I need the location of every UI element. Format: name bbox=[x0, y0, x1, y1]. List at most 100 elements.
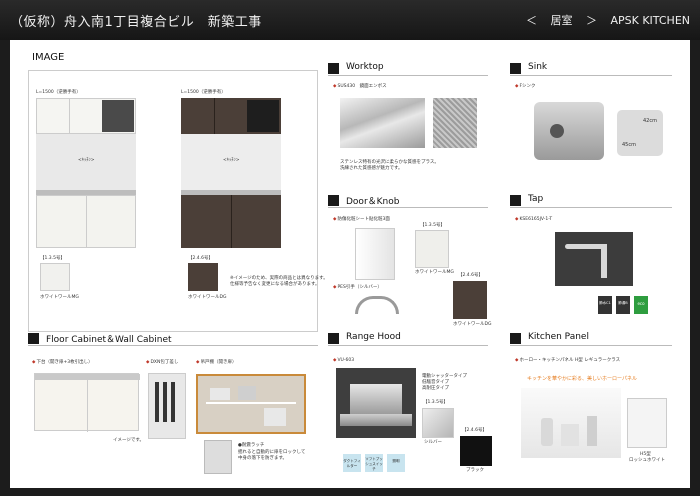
soft-push-badge: ソフトプッシュスイッチ bbox=[365, 454, 383, 472]
door-header: Door＆Knob bbox=[328, 194, 488, 208]
door-swatch-white bbox=[415, 230, 449, 268]
latch-caption-title: ●耐震ラッチ bbox=[238, 443, 265, 448]
door-title: Door＆Knob bbox=[346, 197, 400, 207]
range-hood-feature-1: 電動シャッタータイプ bbox=[422, 374, 467, 379]
sink-width: 42cm bbox=[643, 118, 657, 124]
left-backsplash-text: <ｷｯﾁﾝ> bbox=[78, 158, 95, 163]
kitchen-panel-highlight: キッチンを華やかに彩る、美しいホーローパネル bbox=[527, 376, 637, 382]
image-title: IMAGE bbox=[32, 52, 65, 63]
sink-spec: Fシンク bbox=[515, 84, 535, 89]
knob-spec: PES引手（シルバー） bbox=[333, 285, 381, 290]
range-hood-header: Range Hood bbox=[328, 332, 488, 346]
sink-depth: 45cm bbox=[622, 142, 636, 148]
hood-swatch-black bbox=[460, 436, 492, 466]
door-code-1: 【1.3.5号】 bbox=[420, 223, 445, 228]
breadcrumb-brand[interactable]: APSK KITCHEN bbox=[610, 14, 690, 27]
kitchen-panel-spec: ホーロー・キッチンパネル H型 レギュラークラス bbox=[515, 358, 620, 363]
section-marker-icon bbox=[510, 333, 521, 344]
sink-header: Sink bbox=[510, 62, 672, 76]
knob-image bbox=[355, 296, 399, 314]
kitchen-panel-name: ロッシュホワイト bbox=[629, 458, 665, 463]
dark-swatch-name: ホワイトワールDG bbox=[188, 295, 227, 300]
door-name-1: ホワイトワールMG bbox=[415, 270, 454, 275]
base-cabinet-image bbox=[34, 373, 140, 432]
spec-sheet: IMAGE L=1500（逆勝手有） L=1500（逆勝手有） <ｷｯﾁﾝ> <… bbox=[10, 40, 690, 488]
dark-swatch bbox=[188, 263, 218, 291]
kitchen-panel-image bbox=[521, 388, 621, 458]
dark-swatch-code: 【2.4.6号】 bbox=[188, 256, 213, 261]
door-spec: 防傷化粧シート貼化粧3面 bbox=[333, 217, 389, 222]
hood-name-2: ブラック bbox=[466, 468, 484, 473]
floor-cabinet-title: Floor Cabinet＆Wall Cabinet bbox=[46, 335, 172, 345]
cabinet-caption: イメージです。 bbox=[113, 438, 144, 443]
range-hood-feature-3: 高耐圧タイプ bbox=[422, 386, 449, 391]
section-marker-icon bbox=[328, 195, 339, 206]
white-swatch-code: 【1.3.5号】 bbox=[40, 256, 65, 261]
section-marker-icon bbox=[328, 63, 339, 74]
range-hood-title: Range Hood bbox=[346, 332, 401, 342]
sink-dimension-box bbox=[617, 110, 663, 156]
section-marker-icon bbox=[328, 333, 339, 344]
worktop-emboss-image bbox=[433, 98, 477, 148]
duct-filter-badge: ダクトフィルター bbox=[343, 454, 361, 472]
range-hood-image bbox=[336, 368, 416, 438]
latch-image bbox=[204, 440, 232, 474]
section-marker-icon bbox=[28, 333, 39, 344]
right-backsplash-text: <ｷｯﾁﾝ> bbox=[223, 158, 240, 163]
image-note-1: ※イメージのため、実際の商品とは異なります。 bbox=[230, 276, 328, 281]
hot-water-saving-badge: 節湯B bbox=[616, 296, 630, 314]
tap-title: Tap bbox=[528, 194, 544, 204]
range-hood-spec: VU-603 bbox=[333, 358, 354, 363]
light-badge: 照明 bbox=[387, 454, 405, 472]
floor-cabinet-header: Floor Cabinet＆Wall Cabinet bbox=[28, 332, 318, 346]
project-title: （仮称）舟入南1丁目複合ビル 新築工事 bbox=[10, 15, 262, 30]
hood-code-1: 【1.3.5号】 bbox=[423, 400, 448, 405]
left-kitchen-label: L=1500（逆勝手有） bbox=[36, 90, 81, 95]
worktop-spec: SUS430 鏡面エンボス bbox=[333, 84, 386, 89]
dark-kitchen-image: <ｷｯﾁﾝ> bbox=[181, 98, 281, 248]
wall-cabinet-image bbox=[196, 374, 306, 434]
water-saving-badge: 節水C1 bbox=[598, 296, 612, 314]
worktop-edge-image bbox=[340, 98, 425, 148]
white-kitchen-image: <ｷｯﾁﾝ> bbox=[36, 98, 136, 248]
white-swatch-name: ホワイトワールMG bbox=[40, 295, 79, 300]
latch-caption-2: 中身の落下を防ぎます。 bbox=[238, 456, 288, 461]
section-marker-icon bbox=[510, 195, 521, 206]
range-hood-feature-2: 低騒音タイプ bbox=[422, 380, 449, 385]
floor-cabinet-spec-3: 吊戸棚（開き扉） bbox=[196, 360, 236, 365]
kitchen-panel-title: Kitchen Panel bbox=[528, 332, 589, 342]
breadcrumb-prev-icon[interactable]: ＜ bbox=[526, 14, 537, 27]
knife-rack-image bbox=[148, 373, 186, 439]
latch-caption-1: 揺れると自動的に扉をロックして bbox=[238, 450, 306, 455]
door-code-2: 【2.4.6号】 bbox=[458, 273, 483, 278]
door-swatch-dark bbox=[453, 281, 487, 319]
worktop-desc-1: ステンレス特有の光沢に柔らかな質感をプラス。 bbox=[340, 160, 439, 165]
kitchen-panel-code: H5型 bbox=[640, 452, 651, 457]
sink-image bbox=[534, 102, 604, 160]
breadcrumb-room[interactable]: 居室 bbox=[550, 14, 572, 27]
door-panel-image bbox=[355, 228, 395, 280]
image-note-2: 仕様等予告なく変更になる場合があります。 bbox=[230, 282, 320, 287]
hood-code-2: 【2.4.6号】 bbox=[462, 428, 487, 433]
breadcrumb-next-icon[interactable]: ＞ bbox=[586, 14, 597, 27]
floor-cabinet-spec-1: 下台（開き扉+3枚引出し） bbox=[32, 360, 92, 365]
eco-badge: eco bbox=[634, 296, 648, 314]
hood-name-1: シルバー bbox=[424, 440, 442, 445]
tap-image bbox=[555, 232, 633, 286]
kitchen-panel-header: Kitchen Panel bbox=[510, 332, 672, 346]
floor-cabinet-spec-2: DXN包丁差し bbox=[146, 360, 178, 365]
worktop-title: Worktop bbox=[346, 62, 384, 72]
door-name-2: ホワイトワールDG bbox=[453, 322, 492, 327]
section-marker-icon bbox=[510, 63, 521, 74]
hood-swatch-silver bbox=[422, 408, 454, 438]
tap-spec: KSE6165JV-1-T bbox=[515, 217, 552, 222]
tap-header: Tap bbox=[510, 194, 672, 208]
kitchen-panel-swatch bbox=[627, 398, 667, 448]
breadcrumb: ＜ 居室 ＞ APSK KITCHEN bbox=[516, 12, 690, 28]
header-bar: （仮称）舟入南1丁目複合ビル 新築工事 ＜ 居室 ＞ APSK KITCHEN bbox=[0, 0, 700, 40]
white-swatch bbox=[40, 263, 70, 291]
sink-title: Sink bbox=[528, 62, 548, 72]
right-kitchen-label: L=1500（逆勝手有） bbox=[181, 90, 226, 95]
worktop-desc-2: 洗練された質感感が魅力です。 bbox=[340, 166, 403, 171]
worktop-header: Worktop bbox=[328, 62, 488, 76]
